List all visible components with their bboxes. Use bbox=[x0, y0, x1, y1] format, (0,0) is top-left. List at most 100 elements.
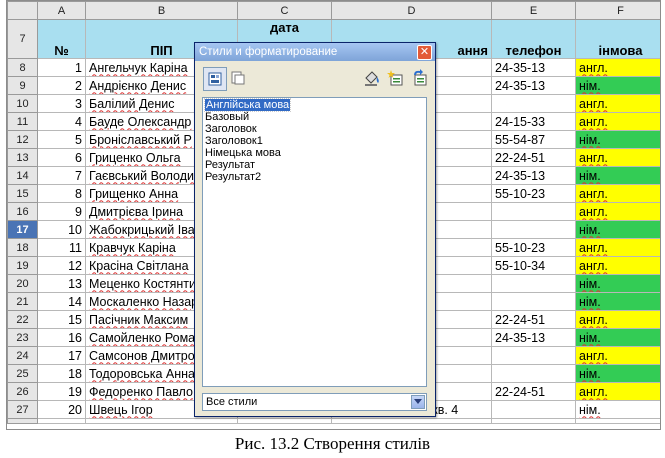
empty-cell[interactable] bbox=[85, 418, 238, 424]
cell-number[interactable]: 6 bbox=[37, 148, 86, 167]
style-item-result[interactable]: Результат bbox=[203, 159, 426, 171]
row-header[interactable]: 17 bbox=[7, 220, 38, 239]
row-header[interactable]: 25 bbox=[7, 364, 38, 383]
header-cell-phone[interactable]: телефон bbox=[491, 19, 576, 59]
row-header[interactable]: 21 bbox=[7, 292, 38, 311]
cell-language[interactable]: нім. bbox=[575, 400, 660, 419]
empty-cell[interactable] bbox=[237, 418, 332, 424]
select-all-corner[interactable] bbox=[7, 1, 38, 20]
character-styles-icon[interactable] bbox=[227, 67, 249, 89]
empty-cell[interactable] bbox=[491, 418, 576, 424]
row-header[interactable]: 23 bbox=[7, 328, 38, 347]
row-header[interactable]: 7 bbox=[7, 19, 38, 59]
cell-language[interactable]: нім. bbox=[575, 130, 660, 149]
cell-number[interactable]: 20 bbox=[37, 400, 86, 419]
style-list[interactable]: Англійська мова Базовый Заголовок Заголо… bbox=[202, 97, 427, 387]
cell-phone[interactable] bbox=[491, 364, 576, 383]
cell-number[interactable]: 11 bbox=[37, 238, 86, 257]
header-cell-number[interactable]: № bbox=[37, 19, 86, 59]
cell-phone[interactable]: 22-24-51 bbox=[491, 382, 576, 401]
cell-language[interactable]: англ. bbox=[575, 256, 660, 275]
cell-language[interactable]: англ. bbox=[575, 238, 660, 257]
column-header-f[interactable]: F bbox=[575, 1, 660, 20]
cell-phone[interactable] bbox=[491, 292, 576, 311]
cell-language[interactable]: англ. bbox=[575, 382, 660, 401]
row-header[interactable]: 16 bbox=[7, 202, 38, 221]
cell-phone[interactable]: 22-24-51 bbox=[491, 310, 576, 329]
cell-number[interactable]: 4 bbox=[37, 112, 86, 131]
empty-cell[interactable] bbox=[575, 418, 660, 424]
style-item-english[interactable]: Англійська мова bbox=[203, 98, 426, 112]
cell-language[interactable]: англ. bbox=[575, 310, 660, 329]
update-style-icon[interactable] bbox=[409, 67, 431, 89]
row-header[interactable]: 18 bbox=[7, 238, 38, 257]
cell-language[interactable]: нім. bbox=[575, 328, 660, 347]
column-header-d[interactable]: D bbox=[331, 1, 492, 20]
cell-language[interactable]: англ. bbox=[575, 148, 660, 167]
cell-language[interactable]: англ. bbox=[575, 202, 660, 221]
row-header[interactable]: 26 bbox=[7, 382, 38, 401]
cell-phone[interactable]: 24-15-33 bbox=[491, 112, 576, 131]
cell-language[interactable]: англ. bbox=[575, 112, 660, 131]
cell-phone[interactable] bbox=[491, 274, 576, 293]
column-header-b[interactable]: B bbox=[85, 1, 238, 20]
empty-cell[interactable] bbox=[37, 418, 86, 424]
cell-number[interactable]: 10 bbox=[37, 220, 86, 239]
row-header[interactable]: 12 bbox=[7, 130, 38, 149]
cell-phone[interactable] bbox=[491, 202, 576, 221]
row-header[interactable]: 10 bbox=[7, 94, 38, 113]
cell-number[interactable]: 19 bbox=[37, 382, 86, 401]
cell-phone[interactable]: 22-24-51 bbox=[491, 148, 576, 167]
style-item-base[interactable]: Базовый bbox=[203, 111, 426, 123]
cell-phone[interactable]: 55-54-87 bbox=[491, 130, 576, 149]
cell-phone[interactable] bbox=[491, 346, 576, 365]
cell-number[interactable]: 15 bbox=[37, 310, 86, 329]
header-cell-language[interactable]: інмова bbox=[575, 19, 660, 59]
column-header-e[interactable]: E bbox=[491, 1, 576, 20]
dialog-title-bar[interactable]: Стили и форматирование ✕ bbox=[195, 43, 435, 61]
cell-phone[interactable] bbox=[491, 94, 576, 113]
cell-language[interactable]: нім. bbox=[575, 364, 660, 383]
cell-number[interactable]: 1 bbox=[37, 58, 86, 77]
column-header-c[interactable]: C bbox=[237, 1, 332, 20]
close-icon[interactable]: ✕ bbox=[417, 45, 432, 60]
row-header[interactable]: 20 bbox=[7, 274, 38, 293]
row-header[interactable]: 13 bbox=[7, 148, 38, 167]
cell-language[interactable]: нім. bbox=[575, 166, 660, 185]
cell-number[interactable]: 14 bbox=[37, 292, 86, 311]
cell-phone[interactable]: 24-35-13 bbox=[491, 328, 576, 347]
cell-language[interactable]: нім. bbox=[575, 292, 660, 311]
row-header[interactable]: 27 bbox=[7, 400, 38, 419]
cell-number[interactable]: 13 bbox=[37, 274, 86, 293]
cell-number[interactable]: 2 bbox=[37, 76, 86, 95]
style-item-heading[interactable]: Заголовок bbox=[203, 123, 426, 135]
cell-language[interactable]: нім. bbox=[575, 76, 660, 95]
cell-phone[interactable]: 24-35-13 bbox=[491, 58, 576, 77]
style-item-result2[interactable]: Результат2 bbox=[203, 171, 426, 183]
row-header[interactable]: 24 bbox=[7, 346, 38, 365]
cell-language[interactable]: нім. bbox=[575, 220, 660, 239]
row-header[interactable]: 11 bbox=[7, 112, 38, 131]
fill-format-icon[interactable] bbox=[361, 67, 383, 89]
row-header[interactable]: 22 bbox=[7, 310, 38, 329]
row-header[interactable]: 14 bbox=[7, 166, 38, 185]
cell-language[interactable]: нім. bbox=[575, 274, 660, 293]
cell-phone[interactable]: 24-35-13 bbox=[491, 166, 576, 185]
row-header[interactable]: 15 bbox=[7, 184, 38, 203]
empty-cell[interactable] bbox=[331, 418, 492, 424]
cell-phone[interactable]: 55-10-23 bbox=[491, 238, 576, 257]
paragraph-styles-icon[interactable] bbox=[203, 67, 227, 91]
cell-phone[interactable]: 55-10-34 bbox=[491, 256, 576, 275]
cell-phone[interactable]: 55-10-23 bbox=[491, 184, 576, 203]
cell-number[interactable]: 8 bbox=[37, 184, 86, 203]
cell-language[interactable]: англ. bbox=[575, 58, 660, 77]
style-item-heading1[interactable]: Заголовок1 bbox=[203, 135, 426, 147]
cell-number[interactable]: 9 bbox=[37, 202, 86, 221]
cell-number[interactable]: 12 bbox=[37, 256, 86, 275]
cell-language[interactable]: англ. bbox=[575, 346, 660, 365]
row-header[interactable]: 9 bbox=[7, 76, 38, 95]
style-item-german[interactable]: Німецька мова bbox=[203, 147, 426, 159]
cell-number[interactable]: 3 bbox=[37, 94, 86, 113]
cell-number[interactable]: 16 bbox=[37, 328, 86, 347]
chevron-down-icon[interactable] bbox=[411, 395, 425, 409]
